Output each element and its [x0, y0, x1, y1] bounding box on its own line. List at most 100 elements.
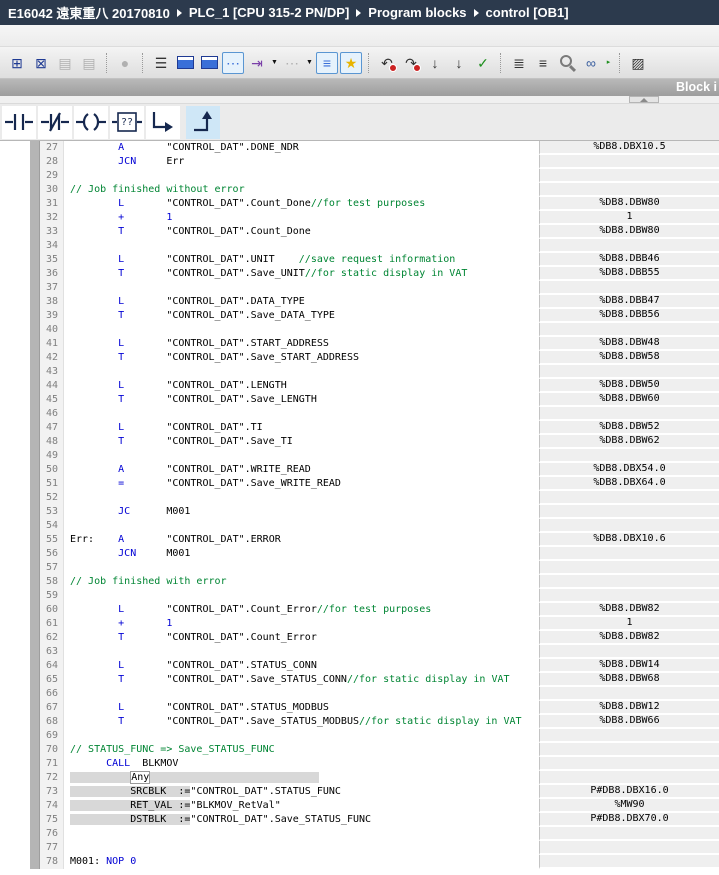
code-text[interactable] — [64, 491, 539, 505]
overview-toggle-icon[interactable]: ≡ — [316, 52, 338, 74]
code-text[interactable]: // STATUS_FUNC => Save_STATUS_FUNC — [64, 743, 539, 757]
code-line[interactable]: 60 L "CONTROL_DAT".Count_Error//for test… — [0, 603, 719, 617]
code-line[interactable]: 61 + 11 — [0, 617, 719, 631]
code-text[interactable]: L "CONTROL_DAT".STATUS_MODBUS — [64, 701, 539, 715]
code-line[interactable]: 68 T "CONTROL_DAT".Save_STATUS_MODBUS//f… — [0, 715, 719, 729]
code-text[interactable] — [64, 589, 539, 603]
code-line[interactable]: 69 — [0, 729, 719, 743]
code-line[interactable]: 44 L "CONTROL_DAT".LENGTH%DB8.DBW50 — [0, 379, 719, 393]
code-text[interactable]: T "CONTROL_DAT".Save_TI — [64, 435, 539, 449]
code-line[interactable]: 66 — [0, 687, 719, 701]
monitoring-play-icon[interactable]: ▸ — [604, 52, 613, 74]
code-line[interactable]: 49 — [0, 449, 719, 463]
code-text[interactable]: JCN Err — [64, 155, 539, 169]
code-text[interactable] — [64, 519, 539, 533]
code-text[interactable]: L "CONTROL_DAT".LENGTH — [64, 379, 539, 393]
comments-toggle-icon[interactable]: ⋯ — [222, 52, 244, 74]
code-text[interactable] — [64, 827, 539, 841]
expand-interface-handle[interactable] — [629, 96, 659, 103]
code-text[interactable] — [64, 169, 539, 183]
code-text[interactable]: // Job finished with error — [64, 575, 539, 589]
code-line[interactable]: 74 RET_VAL :="BLKMOV_RetVal"%MW90 — [0, 799, 719, 813]
code-text[interactable]: T "CONTROL_DAT".Save_START_ADDRESS — [64, 351, 539, 365]
code-line[interactable]: 52 — [0, 491, 719, 505]
code-text[interactable]: T "CONTROL_DAT".Save_LENGTH — [64, 393, 539, 407]
code-text[interactable]: T "CONTROL_DAT".Save_DATA_TYPE — [64, 309, 539, 323]
code-text[interactable]: T "CONTROL_DAT".Save_STATUS_MODBUS//for … — [64, 715, 539, 729]
code-line[interactable]: 57 — [0, 561, 719, 575]
code-text[interactable]: CALL BLKMOV — [64, 757, 539, 771]
code-line[interactable]: 41 L "CONTROL_DAT".START_ADDRESS%DB8.DBW… — [0, 337, 719, 351]
code-line[interactable]: 46 — [0, 407, 719, 421]
code-line[interactable]: 30// Job finished without error — [0, 183, 719, 197]
code-line[interactable]: 37 — [0, 281, 719, 295]
code-text[interactable]: + 1 — [64, 617, 539, 631]
contact-nc-button[interactable] — [38, 106, 72, 139]
code-line[interactable]: 67 L "CONTROL_DAT".STATUS_MODBUS%DB8.DBW… — [0, 701, 719, 715]
code-line[interactable]: 77 — [0, 841, 719, 855]
empty-box-button[interactable]: ?? — [110, 106, 144, 139]
code-line[interactable]: 33 T "CONTROL_DAT".Count_Done%DB8.DBW80 — [0, 225, 719, 239]
code-text[interactable]: SRCBLK :="CONTROL_DAT".STATUS_FUNC — [64, 785, 539, 799]
code-text[interactable]: T "CONTROL_DAT".Count_Error — [64, 631, 539, 645]
code-text[interactable] — [64, 841, 539, 855]
code-text[interactable]: L "CONTROL_DAT".Count_Error//for test pu… — [64, 603, 539, 617]
code-line[interactable]: 45 T "CONTROL_DAT".Save_LENGTH%DB8.DBW60 — [0, 393, 719, 407]
undo-icon[interactable]: ↶ — [376, 52, 398, 74]
code-text[interactable] — [64, 449, 539, 463]
code-line[interactable]: 40 — [0, 323, 719, 337]
breadcrumb-arrow-icon[interactable] — [356, 9, 361, 17]
code-line[interactable]: 75 DSTBLK :="CONTROL_DAT".Save_STATUS_FU… — [0, 813, 719, 827]
code-line[interactable]: 59 — [0, 589, 719, 603]
load-snapshot-icon[interactable]: ↓ — [424, 52, 446, 74]
network-title-icon[interactable] — [174, 52, 196, 74]
code-line[interactable]: 64 L "CONTROL_DAT".STATUS_CONN%DB8.DBW14 — [0, 659, 719, 673]
favorites-toggle-icon[interactable]: ★ — [340, 52, 362, 74]
code-line[interactable]: 50 A "CONTROL_DAT".WRITE_READ%DB8.DBX54.… — [0, 463, 719, 477]
code-text[interactable]: Err: A "CONTROL_DAT".ERROR — [64, 533, 539, 547]
code-line[interactable]: 39 T "CONTROL_DAT".Save_DATA_TYPE%DB8.DB… — [0, 309, 719, 323]
code-line[interactable]: 42 T "CONTROL_DAT".Save_START_ADDRESS%DB… — [0, 351, 719, 365]
network-comment-icon[interactable] — [198, 52, 220, 74]
code-text[interactable] — [64, 365, 539, 379]
insert-network-icon[interactable]: ⊞ — [6, 52, 28, 74]
redo-icon[interactable]: ↷ — [400, 52, 422, 74]
expand-all-icon[interactable]: ≣ — [508, 52, 530, 74]
code-line[interactable]: 48 T "CONTROL_DAT".Save_TI%DB8.DBW62 — [0, 435, 719, 449]
code-line[interactable]: 47 L "CONTROL_DAT".TI%DB8.DBW52 — [0, 421, 719, 435]
coil-button[interactable] — [74, 106, 108, 139]
contact-no-button[interactable] — [2, 106, 36, 139]
code-text[interactable]: T "CONTROL_DAT".Count_Done — [64, 225, 539, 239]
code-line[interactable]: 70// STATUS_FUNC => Save_STATUS_FUNC — [0, 743, 719, 757]
find-replace-icon[interactable] — [556, 52, 578, 74]
code-text[interactable]: M001: NOP 0 — [64, 855, 539, 869]
breadcrumb-program-blocks[interactable]: Program blocks — [368, 5, 466, 20]
code-text[interactable]: + 1 — [64, 211, 539, 225]
code-line[interactable]: 29 — [0, 169, 719, 183]
code-line[interactable]: 76 — [0, 827, 719, 841]
save-comments-icon[interactable]: ⋯ — [281, 52, 303, 74]
code-text[interactable]: RET_VAL :="BLKMOV_RetVal" — [64, 799, 539, 813]
code-text[interactable]: L "CONTROL_DAT".START_ADDRESS — [64, 337, 539, 351]
code-line[interactable]: 28 JCN Err — [0, 155, 719, 169]
code-line[interactable]: 72 Any — [0, 771, 719, 785]
breadcrumb-plc[interactable]: PLC_1 [CPU 315-2 PN/DP] — [189, 5, 349, 20]
code-text[interactable] — [64, 281, 539, 295]
code-line[interactable]: 32 + 11 — [0, 211, 719, 225]
code-text[interactable] — [64, 407, 539, 421]
code-line[interactable]: 56 JCN M001 — [0, 547, 719, 561]
code-line[interactable]: 58// Job finished with error — [0, 575, 719, 589]
code-line[interactable]: 43 — [0, 365, 719, 379]
code-text[interactable]: JC M001 — [64, 505, 539, 519]
code-line[interactable]: 27 A "CONTROL_DAT".DONE_NDR%DB8.DBX10.5 — [0, 141, 719, 155]
code-text[interactable]: L "CONTROL_DAT".TI — [64, 421, 539, 435]
code-text[interactable]: A "CONTROL_DAT".WRITE_READ — [64, 463, 539, 477]
code-text[interactable] — [64, 645, 539, 659]
block-interface-bar[interactable]: Block i — [0, 79, 719, 96]
code-line[interactable]: 65 T "CONTROL_DAT".Save_STATUS_CONN//for… — [0, 673, 719, 687]
code-text[interactable]: Any — [64, 771, 539, 785]
breadcrumb-arrow-icon[interactable] — [177, 9, 182, 17]
insert-row-icon[interactable]: ▤ — [54, 52, 76, 74]
code-text[interactable] — [64, 561, 539, 575]
code-text[interactable] — [64, 239, 539, 253]
